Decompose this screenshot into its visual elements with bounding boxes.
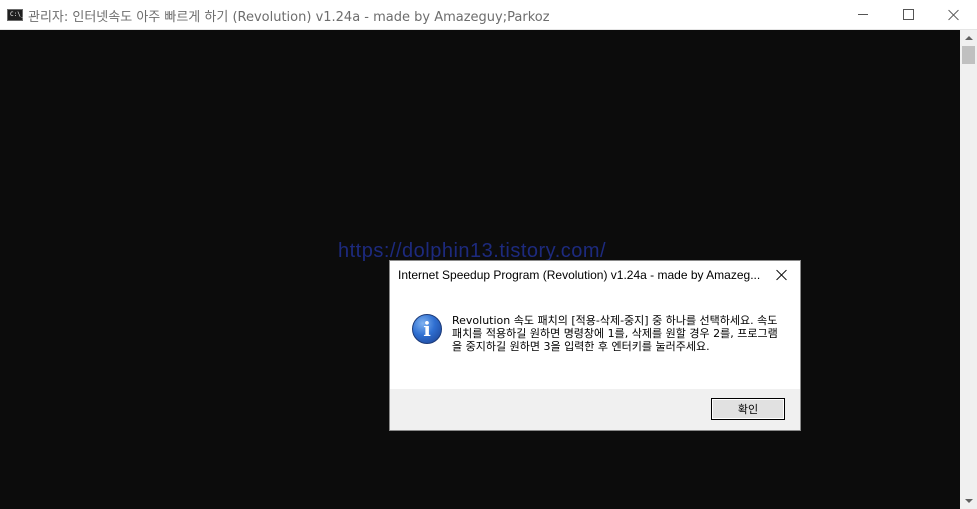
minimize-icon (858, 14, 868, 15)
window-title: 관리자: 인터넷속도 아주 빠르게 하기 (Revolution) v1.24a… (28, 10, 550, 25)
scroll-thumb[interactable] (962, 46, 975, 64)
dialog-message: Revolution 속도 패치의 [적용-삭제-중지] 중 하나를 선택하세요… (452, 314, 778, 353)
message-dialog: Internet Speedup Program (Revolution) v1… (389, 260, 801, 431)
cmd-icon-text: C:\_ (10, 11, 25, 18)
dialog-footer: 확인 (390, 389, 800, 430)
dialog-title: Internet Speedup Program (Revolution) v1… (398, 268, 761, 282)
scroll-up-button[interactable] (960, 30, 977, 46)
dialog-titlebar: Internet Speedup Program (Revolution) v1… (390, 261, 800, 289)
window-titlebar: C:\_ 관리자: 인터넷속도 아주 빠르게 하기 (Revolution) v… (0, 0, 977, 30)
arrow-up-icon (964, 36, 973, 40)
close-icon (776, 269, 788, 281)
close-window-button[interactable] (931, 0, 977, 29)
maximize-button[interactable] (885, 0, 931, 29)
cmd-icon: C:\_ (7, 9, 25, 21)
minimize-button[interactable] (840, 0, 886, 29)
ok-button[interactable]: 확인 (711, 398, 785, 420)
information-icon: i (412, 314, 442, 344)
close-icon (948, 9, 960, 21)
vertical-scrollbar[interactable] (960, 30, 977, 509)
arrow-down-icon (964, 499, 973, 503)
maximize-icon (902, 9, 914, 20)
dialog-close-button[interactable] (772, 266, 792, 284)
scroll-down-button[interactable] (960, 493, 977, 509)
